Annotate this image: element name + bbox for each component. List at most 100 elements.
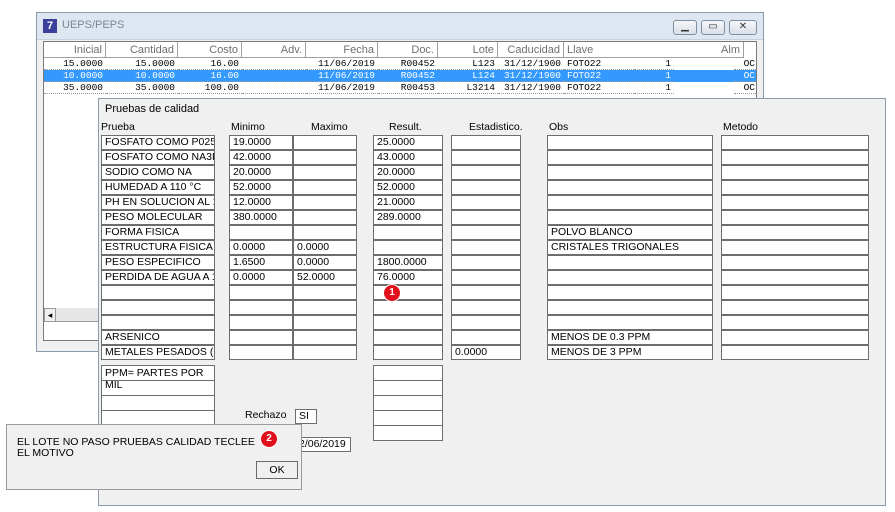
cell-estadistico[interactable] xyxy=(451,300,521,315)
cell-obs[interactable] xyxy=(547,255,713,270)
cell-result[interactable]: 1800.0000 xyxy=(373,255,443,270)
cell-obs[interactable] xyxy=(547,195,713,210)
table-row[interactable]: 35.0000 35.0000 100.00 11/06/2019 R00453 L321… xyxy=(44,82,756,94)
cell-prueba[interactable]: PERDIDA DE AGUA A 110 xyxy=(101,270,215,285)
close-button[interactable]: ✕ xyxy=(729,20,757,35)
cell-result[interactable]: 52.0000 xyxy=(373,180,443,195)
cell-estadistico[interactable]: 0.0000 xyxy=(451,345,521,360)
cell-metodo[interactable] xyxy=(721,330,869,345)
cell-estadistico[interactable] xyxy=(451,150,521,165)
rechazo-field[interactable]: SI xyxy=(295,409,317,424)
cell-metodo[interactable] xyxy=(721,195,869,210)
cell-maximo[interactable] xyxy=(293,330,357,345)
cell-result[interactable] xyxy=(373,345,443,360)
cell-obs[interactable] xyxy=(547,270,713,285)
cell-maximo[interactable] xyxy=(293,315,357,330)
cell-prueba[interactable]: PH EN SOLUCION AL 1% xyxy=(101,195,215,210)
cell-metodo[interactable] xyxy=(721,210,869,225)
cell-estadistico[interactable] xyxy=(451,270,521,285)
cell-prueba[interactable] xyxy=(101,285,215,300)
table-row[interactable]: 10.0000 10.0000 16.00 11/06/2019 R00452 L124 3… xyxy=(44,70,756,82)
cell-metodo[interactable] xyxy=(721,165,869,180)
cell-estadistico[interactable] xyxy=(451,135,521,150)
cell-metodo[interactable] xyxy=(721,315,869,330)
cell-prueba[interactable]: FORMA FISICA xyxy=(101,225,215,240)
cell-result[interactable]: 43.0000 xyxy=(373,150,443,165)
column-header-cantidad[interactable]: Cantidad xyxy=(106,42,178,58)
date-field[interactable]: 2/06/2019 xyxy=(295,437,351,452)
cell-minimo[interactable] xyxy=(229,345,293,360)
cell-estadistico[interactable] xyxy=(451,285,521,300)
cell-metodo[interactable] xyxy=(721,240,869,255)
column-header-lote[interactable]: Lote xyxy=(438,42,498,58)
cell-prueba[interactable]: ESTRUCTURA FISICA xyxy=(101,240,215,255)
cell-minimo[interactable] xyxy=(229,330,293,345)
cell-obs[interactable] xyxy=(547,285,713,300)
cell-maximo[interactable] xyxy=(293,285,357,300)
cell-estadistico[interactable] xyxy=(451,165,521,180)
cell-obs[interactable] xyxy=(547,315,713,330)
table-row[interactable]: 15.0000 15.0000 16.00 11/06/2019 R00452 L123 3… xyxy=(44,58,756,70)
cell-maximo[interactable] xyxy=(293,165,357,180)
cell-minimo[interactable]: 0.0000 xyxy=(229,270,293,285)
cell-prueba[interactable]: FOSFATO COMO NA3PO xyxy=(101,150,215,165)
ok-button[interactable]: OK xyxy=(256,461,298,479)
cell-estadistico[interactable] xyxy=(451,315,521,330)
cell-prueba[interactable]: FOSFATO COMO P025 xyxy=(101,135,215,150)
cell-minimo[interactable]: 380.0000 xyxy=(229,210,293,225)
cell-estadistico[interactable] xyxy=(451,255,521,270)
cell-prueba[interactable]: HUMEDAD A 110 °C xyxy=(101,180,215,195)
cell-metodo[interactable] xyxy=(721,285,869,300)
column-header-adv[interactable]: Adv. xyxy=(242,42,306,58)
cell-obs[interactable] xyxy=(547,180,713,195)
cell-minimo[interactable]: 1.6500 xyxy=(229,255,293,270)
cell-obs[interactable] xyxy=(547,165,713,180)
scroll-left-button[interactable]: ◂ xyxy=(44,308,56,322)
column-header-doc[interactable]: Doc. xyxy=(378,42,438,58)
cell-estadistico[interactable] xyxy=(451,225,521,240)
cell-result[interactable]: 21.0000 xyxy=(373,195,443,210)
cell-estadistico[interactable] xyxy=(451,180,521,195)
cell-maximo[interactable]: 52.0000 xyxy=(293,270,357,285)
cell-metodo[interactable] xyxy=(721,270,869,285)
cell-minimo[interactable] xyxy=(229,285,293,300)
cell-metodo[interactable] xyxy=(721,255,869,270)
column-header-caducidad[interactable]: Caducidad xyxy=(498,42,564,58)
cell-estadistico[interactable] xyxy=(451,195,521,210)
cell-metodo[interactable] xyxy=(721,345,869,360)
cell-maximo[interactable] xyxy=(293,150,357,165)
cell-estadistico[interactable] xyxy=(451,210,521,225)
column-header-alm[interactable]: Alm xyxy=(614,42,744,58)
cell-prueba[interactable]: PESO MOLECULAR xyxy=(101,210,215,225)
cell-metodo[interactable] xyxy=(721,135,869,150)
cell-metodo[interactable] xyxy=(721,300,869,315)
cell-estadistico[interactable] xyxy=(451,240,521,255)
column-header-fecha[interactable]: Fecha xyxy=(306,42,378,58)
cell-obs[interactable]: CRISTALES TRIGONALES xyxy=(547,240,713,255)
cell-result[interactable] xyxy=(373,300,443,315)
cell-result[interactable]: 289.0000 xyxy=(373,210,443,225)
cell-prueba[interactable]: ARSENICO xyxy=(101,330,215,345)
cell-maximo[interactable] xyxy=(293,300,357,315)
cell-maximo[interactable] xyxy=(293,225,357,240)
cell-minimo[interactable]: 19.0000 xyxy=(229,135,293,150)
cell-prueba[interactable] xyxy=(101,315,215,330)
cell-obs[interactable]: MENOS DE 0.3 PPM xyxy=(547,330,713,345)
cell-maximo[interactable] xyxy=(293,195,357,210)
cell-minimo[interactable]: 12.0000 xyxy=(229,195,293,210)
cell-maximo[interactable] xyxy=(293,180,357,195)
cell-metodo[interactable] xyxy=(721,150,869,165)
cell-minimo[interactable] xyxy=(229,225,293,240)
cell-result[interactable] xyxy=(373,225,443,240)
cell-metodo[interactable] xyxy=(721,225,869,240)
cell-maximo[interactable]: 0.0000 xyxy=(293,255,357,270)
cell-prueba[interactable]: PESO ESPECIFICO xyxy=(101,255,215,270)
cell-metodo[interactable] xyxy=(721,180,869,195)
cell-result[interactable] xyxy=(373,315,443,330)
cell-obs[interactable]: POLVO BLANCO xyxy=(547,225,713,240)
cell-minimo[interactable] xyxy=(229,315,293,330)
cell-obs[interactable] xyxy=(547,150,713,165)
maximize-button[interactable]: ▭ xyxy=(701,20,725,35)
minimize-button[interactable]: ▁ xyxy=(673,20,697,35)
cell-maximo[interactable]: 0.0000 xyxy=(293,240,357,255)
